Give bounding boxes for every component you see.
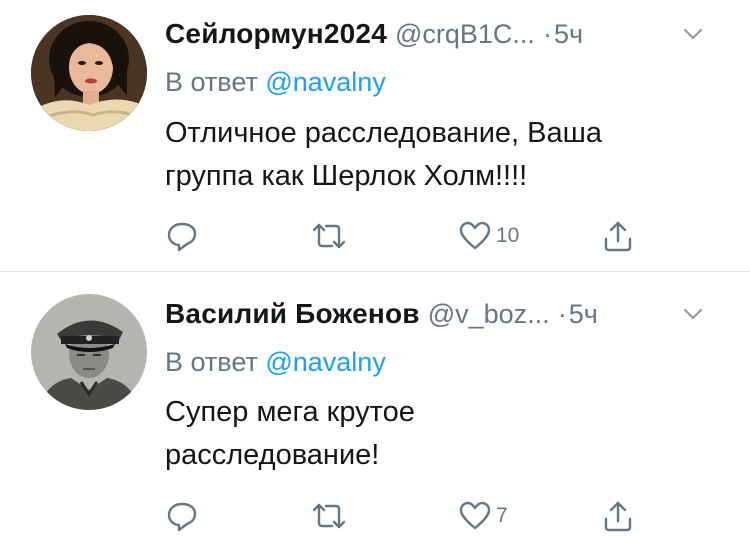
reply-to-link[interactable]: @navalny: [265, 347, 385, 377]
retweet-icon: [312, 503, 346, 529]
reply-bubble-icon: [167, 502, 197, 532]
heart-icon: [459, 501, 491, 530]
share-button[interactable]: [602, 216, 634, 256]
tweet-text-line: группа как Шерлок Холм!!!!: [165, 160, 528, 192]
reply-button[interactable]: [165, 216, 199, 256]
avatar[interactable]: [31, 294, 147, 410]
chevron-down-icon[interactable]: [682, 26, 704, 42]
retweet-button[interactable]: [310, 216, 348, 256]
tweet-text: Отличное расследование, Ваша группа как …: [165, 112, 710, 198]
display-name[interactable]: Василий Боженов: [165, 298, 420, 329]
tweet[interactable]: Василий Боженов @v_boz... ·5ч В ответ @nav…: [0, 272, 750, 540]
tweet-text-line: расследование!: [165, 439, 380, 471]
share-button[interactable]: [602, 496, 634, 536]
user-handle[interactable]: @v_boz...: [428, 299, 550, 329]
reply-context: В ответ @navalny: [165, 64, 386, 100]
like-button[interactable]: 10: [458, 216, 519, 256]
display-name[interactable]: Сейлормун2024: [165, 18, 387, 49]
reply-prefix: В ответ: [165, 67, 258, 97]
share-icon: [604, 221, 632, 252]
avatar[interactable]: [31, 15, 147, 131]
tweet-text-line: Супер мега крутое: [165, 396, 415, 428]
timestamp[interactable]: 5ч: [554, 19, 583, 49]
man-military-cap-avatar: [31, 294, 147, 410]
action-bar: 7: [165, 496, 685, 536]
tweet-text-line: Отличное расследование, Ваша: [165, 117, 603, 149]
reply-to-link[interactable]: @navalny: [265, 67, 385, 97]
reply-context: В ответ @navalny: [165, 344, 386, 380]
woman-portrait-avatar: [31, 15, 147, 131]
retweet-icon: [312, 223, 346, 249]
share-icon: [604, 501, 632, 532]
tweet-header: Сейлормун2024 @crqB1C... ·5ч: [165, 14, 730, 54]
heart-icon: [459, 221, 491, 250]
reply-button[interactable]: [165, 496, 199, 536]
reply-prefix: В ответ: [165, 347, 258, 377]
tweet-text: Супер мега крутое расследование!: [165, 391, 710, 477]
action-bar: 10: [165, 216, 685, 256]
timestamp[interactable]: 5ч: [569, 299, 598, 329]
user-handle[interactable]: @crqB1C...: [395, 19, 535, 49]
tweet-header: Василий Боженов @v_boz... ·5ч: [165, 294, 730, 334]
chevron-down-icon[interactable]: [682, 306, 704, 322]
retweet-button[interactable]: [310, 496, 348, 536]
separator-dot: ·: [542, 19, 552, 49]
like-count: 10: [496, 224, 520, 247]
tweet[interactable]: Сейлормун2024 @crqB1C... ·5ч В ответ @nava…: [0, 0, 750, 271]
separator-dot: ·: [557, 299, 567, 329]
reply-bubble-icon: [167, 222, 197, 252]
like-button[interactable]: 7: [458, 496, 508, 536]
like-count: 7: [496, 504, 508, 527]
